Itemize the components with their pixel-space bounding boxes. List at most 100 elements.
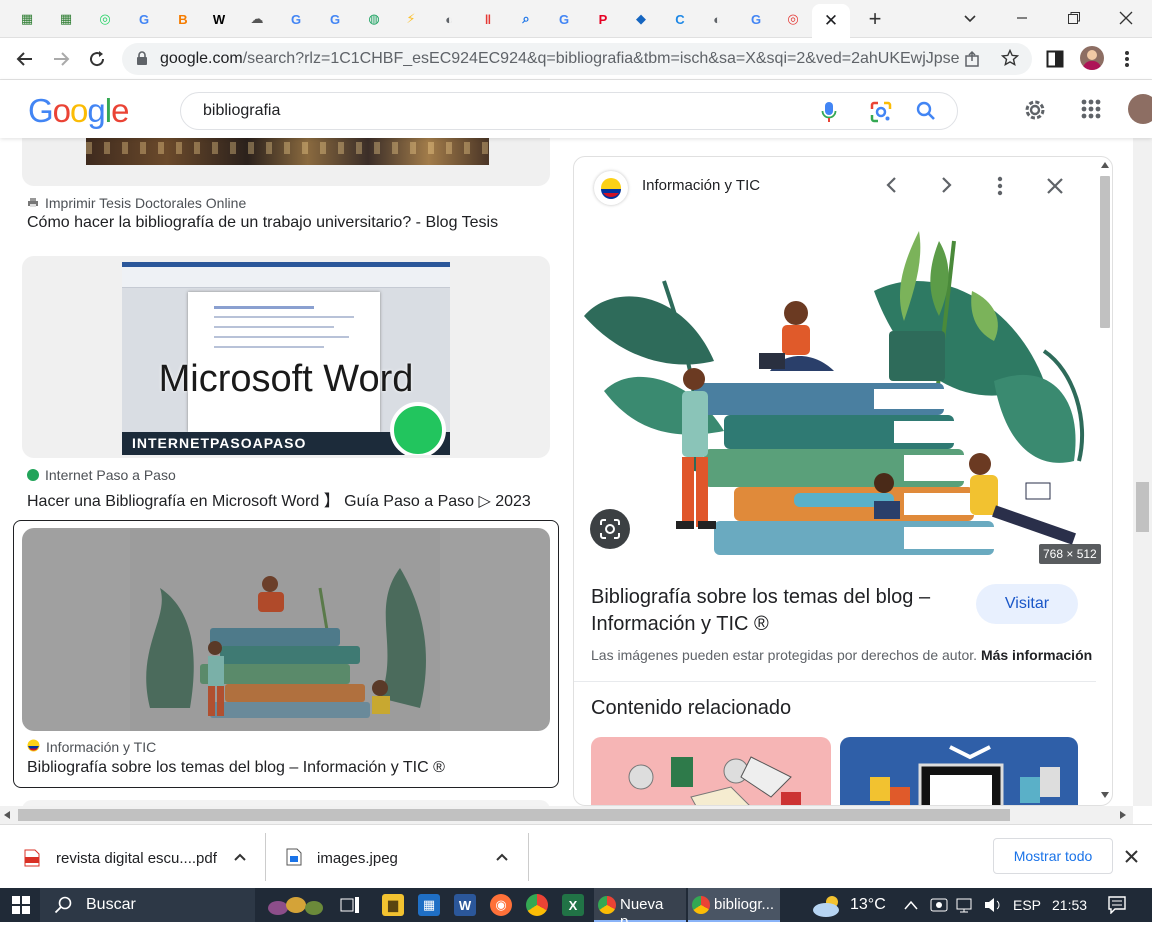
- more-info-link[interactable]: Más información: [981, 647, 1092, 663]
- microphone-icon[interactable]: [821, 101, 837, 128]
- windows-start-icon[interactable]: [12, 896, 30, 919]
- task-view-icon[interactable]: [340, 896, 360, 919]
- horizontal-scroll-thumb[interactable]: [18, 809, 1010, 821]
- excel-icon[interactable]: X: [562, 894, 584, 916]
- firefox-icon[interactable]: ◉: [490, 894, 512, 916]
- lens-search-button[interactable]: [590, 509, 630, 549]
- download-item-image[interactable]: images.jpeg: [266, 825, 528, 889]
- close-tab-icon[interactable]: ✕: [824, 11, 838, 31]
- search-input[interactable]: bibliografia: [203, 102, 280, 120]
- taskbar-search[interactable]: Buscar: [40, 888, 323, 922]
- calculator-icon[interactable]: ▦: [418, 894, 440, 916]
- visit-button[interactable]: Visitar: [976, 584, 1078, 624]
- blogger-icon[interactable]: B: [172, 8, 194, 30]
- page-horizontal-scrollbar[interactable]: [0, 806, 1133, 824]
- search-box[interactable]: bibliografia: [180, 92, 958, 130]
- page-icon[interactable]: ◐: [706, 8, 728, 30]
- result-source-1[interactable]: Imprimir Tesis Doctorales Online: [27, 195, 246, 211]
- target-icon[interactable]: ◎: [782, 8, 804, 30]
- page-icon[interactable]: ◐: [438, 8, 460, 30]
- page-vertical-scrollbar[interactable]: [1133, 138, 1152, 806]
- result-thumbnail-1[interactable]: [22, 138, 550, 186]
- share-icon[interactable]: [964, 50, 982, 73]
- close-panel-icon[interactable]: [1046, 177, 1064, 200]
- chrome-menu-icon[interactable]: [1124, 50, 1130, 73]
- lightning-icon[interactable]: ⚡: [400, 8, 422, 30]
- temperature[interactable]: 13°C: [850, 896, 886, 914]
- panel-site-name[interactable]: Información y TIC: [642, 177, 760, 194]
- grid-apps-icon[interactable]: ▦: [16, 8, 38, 30]
- file-explorer-icon[interactable]: ▆: [382, 894, 404, 916]
- next-image-icon[interactable]: [936, 175, 956, 200]
- google-logo[interactable]: Google: [28, 92, 129, 130]
- google-icon[interactable]: G: [745, 8, 767, 30]
- wikipedia-icon[interactable]: W: [208, 8, 230, 30]
- active-tab[interactable]: ✕: [812, 4, 850, 38]
- site-favicon[interactable]: [594, 171, 628, 205]
- meet-now-icon[interactable]: [930, 897, 948, 918]
- reload-icon[interactable]: [84, 46, 110, 72]
- taskbar-app-chrome-2[interactable]: bibliogr...: [688, 888, 780, 922]
- notifications-icon[interactable]: [1108, 896, 1126, 919]
- close-download-bar-icon[interactable]: [1125, 850, 1138, 868]
- chevron-up-icon[interactable]: [233, 850, 247, 869]
- google-icon[interactable]: G: [324, 8, 346, 30]
- c-logo-icon[interactable]: C: [669, 8, 691, 30]
- search-icon[interactable]: [916, 101, 936, 126]
- panel-title[interactable]: Bibliografía sobre los temas del blog – …: [591, 584, 930, 638]
- result-source-2[interactable]: Internet Paso a Paso: [27, 467, 176, 483]
- more-options-icon[interactable]: [997, 176, 1003, 201]
- account-avatar[interactable]: [1128, 94, 1152, 124]
- settings-gear-icon[interactable]: [1022, 97, 1048, 128]
- show-hidden-icons-icon[interactable]: [904, 898, 918, 916]
- chevron-up-icon[interactable]: [495, 850, 509, 869]
- volume-icon[interactable]: [984, 897, 1004, 918]
- weather-icon[interactable]: [812, 893, 844, 922]
- chrome-icon[interactable]: [526, 894, 548, 916]
- pinterest-icon[interactable]: P: [592, 8, 614, 30]
- panel-scrollbar[interactable]: [1097, 162, 1113, 802]
- close-window-icon[interactable]: [1106, 6, 1146, 30]
- network-icon[interactable]: [956, 897, 976, 918]
- lock-icon[interactable]: [136, 51, 148, 71]
- related-thumbnail-1[interactable]: [591, 737, 831, 805]
- bars-icon[interactable]: ‖: [477, 8, 499, 30]
- new-tab-button[interactable]: +: [862, 6, 888, 32]
- related-thumbnail-2[interactable]: [840, 737, 1078, 805]
- clock[interactable]: 21:53: [1052, 897, 1087, 913]
- result-title-1[interactable]: Cómo hacer la bibliografía de un trabajo…: [27, 214, 498, 232]
- page-scroll-thumb[interactable]: [1136, 482, 1149, 532]
- omnibox[interactable]: google.com/search?rlz=1C1CHBF_esEC924EC9…: [122, 43, 1032, 75]
- google-icon[interactable]: G: [553, 8, 575, 30]
- google-lens-icon[interactable]: [869, 100, 893, 129]
- whatsapp-icon[interactable]: ◎: [94, 8, 116, 30]
- google-apps-icon[interactable]: [1081, 99, 1101, 124]
- minimize-icon[interactable]: [1002, 6, 1042, 30]
- cloud-icon[interactable]: ☁: [246, 8, 268, 30]
- profile-avatar[interactable]: [1080, 46, 1104, 70]
- result-title-3[interactable]: Bibliografía sobre los temas del blog – …: [27, 759, 445, 777]
- tab-search-icon[interactable]: [950, 6, 990, 30]
- bookmark-star-icon[interactable]: [1000, 48, 1020, 72]
- result-title-2[interactable]: Hacer una Bibliografía en Microsoft Word…: [27, 487, 531, 511]
- restore-icon[interactable]: [1054, 6, 1094, 30]
- word-icon[interactable]: W: [454, 894, 476, 916]
- side-panel-icon[interactable]: [1046, 50, 1064, 73]
- url-text[interactable]: google.com/search?rlz=1C1CHBF_esEC924EC9…: [160, 50, 960, 68]
- back-icon[interactable]: [12, 46, 38, 72]
- show-all-downloads-button[interactable]: Mostrar todo: [993, 838, 1113, 874]
- download-item-pdf[interactable]: revista digital escu....pdf: [0, 825, 265, 889]
- globe-icon[interactable]: ◍: [363, 8, 385, 30]
- preview-image[interactable]: [574, 221, 1096, 566]
- grid-apps-icon[interactable]: ▦: [55, 8, 77, 30]
- lens-icon[interactable]: ⌕: [515, 8, 537, 30]
- previous-image-icon[interactable]: [882, 175, 902, 200]
- diamond-icon[interactable]: ◆: [630, 8, 652, 30]
- input-language[interactable]: ESP: [1013, 897, 1041, 913]
- forward-icon[interactable]: [48, 46, 74, 72]
- result-source-3[interactable]: Información y TIC: [27, 739, 156, 755]
- result-thumbnail-3[interactable]: [22, 528, 550, 731]
- taskbar-app-chrome-1[interactable]: Nueva p...: [594, 888, 686, 930]
- google-icon[interactable]: G: [285, 8, 307, 30]
- result-thumbnail-2[interactable]: Microsoft Word INTERNETPASOAPASO: [22, 256, 550, 458]
